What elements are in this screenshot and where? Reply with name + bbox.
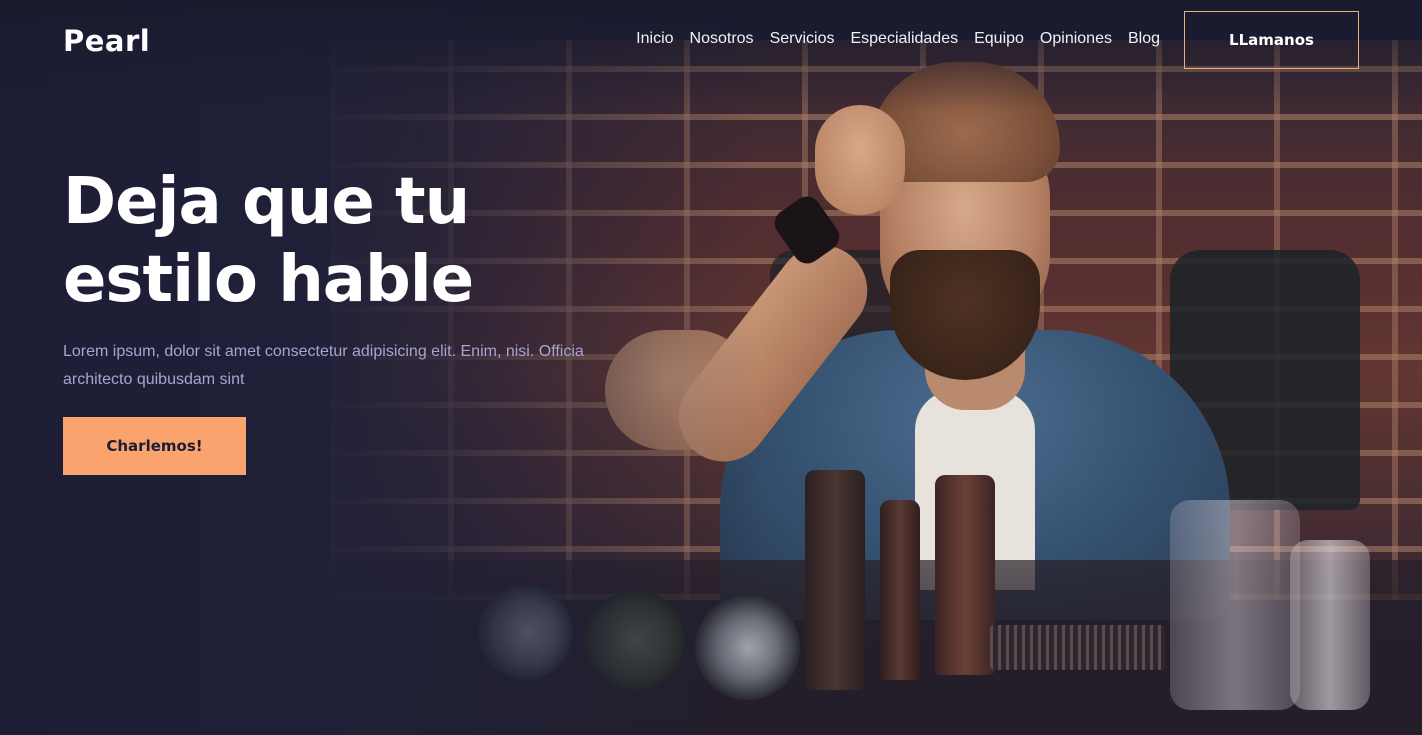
glass-bottle bbox=[1170, 500, 1300, 710]
glass-bottle bbox=[1290, 540, 1370, 710]
nav-item-nosotros: Nosotros bbox=[690, 30, 754, 48]
nav-link-inicio[interactable]: Inicio bbox=[636, 30, 673, 47]
brand-logo[interactable]: Pearl bbox=[63, 24, 150, 58]
hero-headline-line-2: estilo hable bbox=[63, 243, 474, 317]
product-bottle bbox=[880, 500, 920, 680]
nav-item-blog: Blog bbox=[1128, 30, 1160, 48]
call-button[interactable]: LLamanos bbox=[1184, 11, 1359, 69]
hero-headline-line-1: Deja que tu bbox=[63, 165, 470, 239]
nav-item-especialidades: Especialidades bbox=[850, 30, 958, 48]
nav-link-servicios[interactable]: Servicios bbox=[770, 30, 835, 47]
nav-item-opiniones: Opiniones bbox=[1040, 30, 1112, 48]
nav-link-especialidades[interactable]: Especialidades bbox=[850, 30, 958, 47]
nav-link-nosotros[interactable]: Nosotros bbox=[690, 30, 754, 47]
hero-headline: Deja que tu estilo hable bbox=[63, 163, 563, 319]
hero-subtext: Lorem ipsum, dolor sit amet consectetur … bbox=[63, 343, 584, 388]
main-nav: Inicio Nosotros Servicios Especialidades… bbox=[636, 30, 1160, 48]
nav-link-equipo[interactable]: Equipo bbox=[974, 30, 1024, 47]
nav-item-servicios: Servicios bbox=[770, 30, 835, 48]
chat-cta-button[interactable]: Charlemos! bbox=[63, 417, 246, 475]
hero-section: Pearl Inicio Nosotros Servicios Especial… bbox=[0, 0, 1422, 735]
nav-item-inicio: Inicio bbox=[636, 30, 673, 48]
hair-brush bbox=[990, 625, 1165, 670]
man-hand bbox=[815, 105, 905, 215]
nav-item-equipo: Equipo bbox=[974, 30, 1024, 48]
nav-link-opiniones[interactable]: Opiniones bbox=[1040, 30, 1112, 47]
product-bottle bbox=[805, 470, 865, 690]
product-bottle bbox=[935, 475, 995, 675]
nav-link-blog[interactable]: Blog bbox=[1128, 30, 1160, 47]
